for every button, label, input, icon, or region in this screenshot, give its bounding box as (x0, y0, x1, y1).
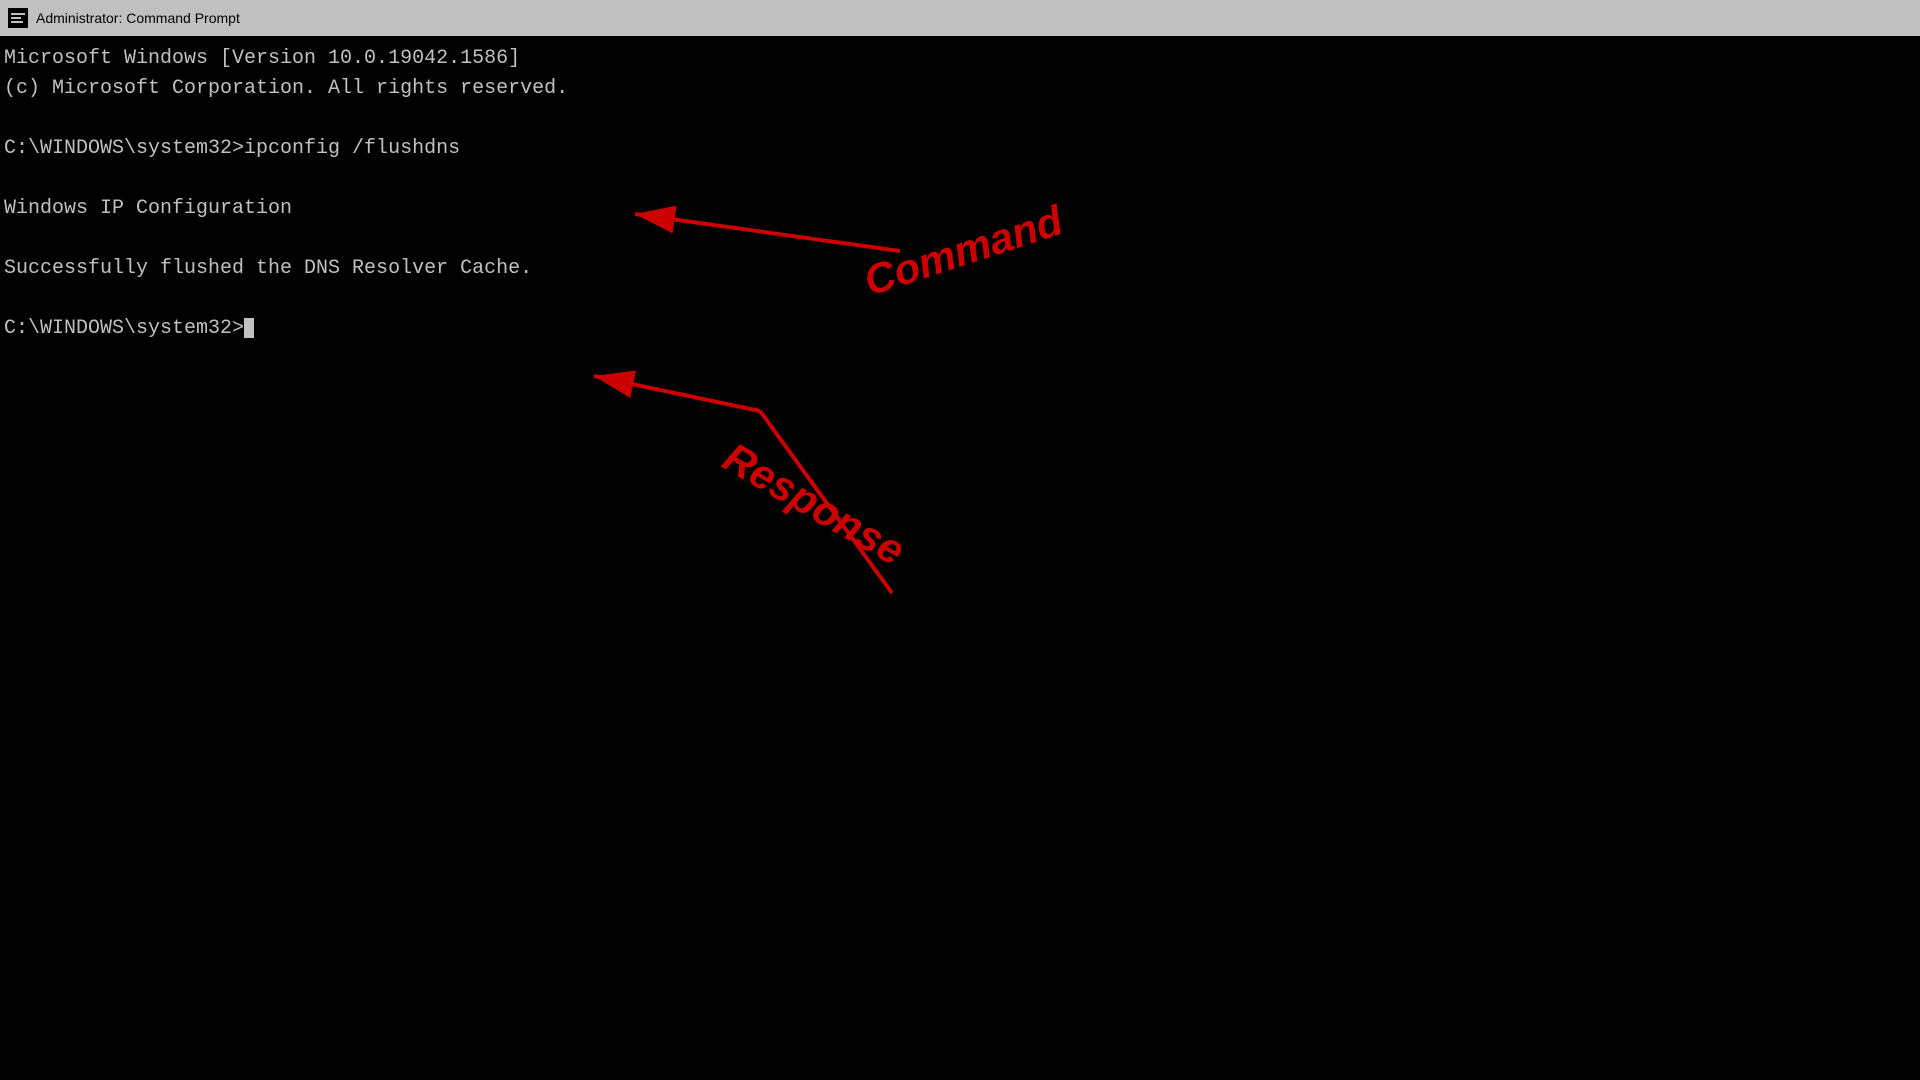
terminal-line-3 (4, 104, 1916, 134)
window: Administrator: Command Prompt Microsoft … (0, 0, 1920, 352)
response-annotation-text: Response (716, 433, 913, 574)
terminal-line-1: Microsoft Windows [Version 10.0.19042.15… (4, 44, 1916, 74)
terminal-line-5 (4, 164, 1916, 194)
titlebar-text: Administrator: Command Prompt (36, 10, 240, 26)
terminal-body[interactable]: Microsoft Windows [Version 10.0.19042.15… (0, 36, 1920, 352)
terminal-line-4: C:\WINDOWS\system32>ipconfig /flushdns (4, 134, 1916, 164)
titlebar-icon (8, 8, 28, 28)
terminal-line-8: Successfully flushed the DNS Resolver Ca… (4, 254, 1916, 284)
titlebar: Administrator: Command Prompt (0, 0, 1920, 36)
terminal-line-6: Windows IP Configuration (4, 194, 1916, 224)
terminal-line-10: C:\WINDOWS\system32> (4, 314, 1916, 344)
terminal-line-7 (4, 224, 1916, 254)
terminal-line-2: (c) Microsoft Corporation. All rights re… (4, 74, 1916, 104)
terminal-line-9 (4, 284, 1916, 314)
